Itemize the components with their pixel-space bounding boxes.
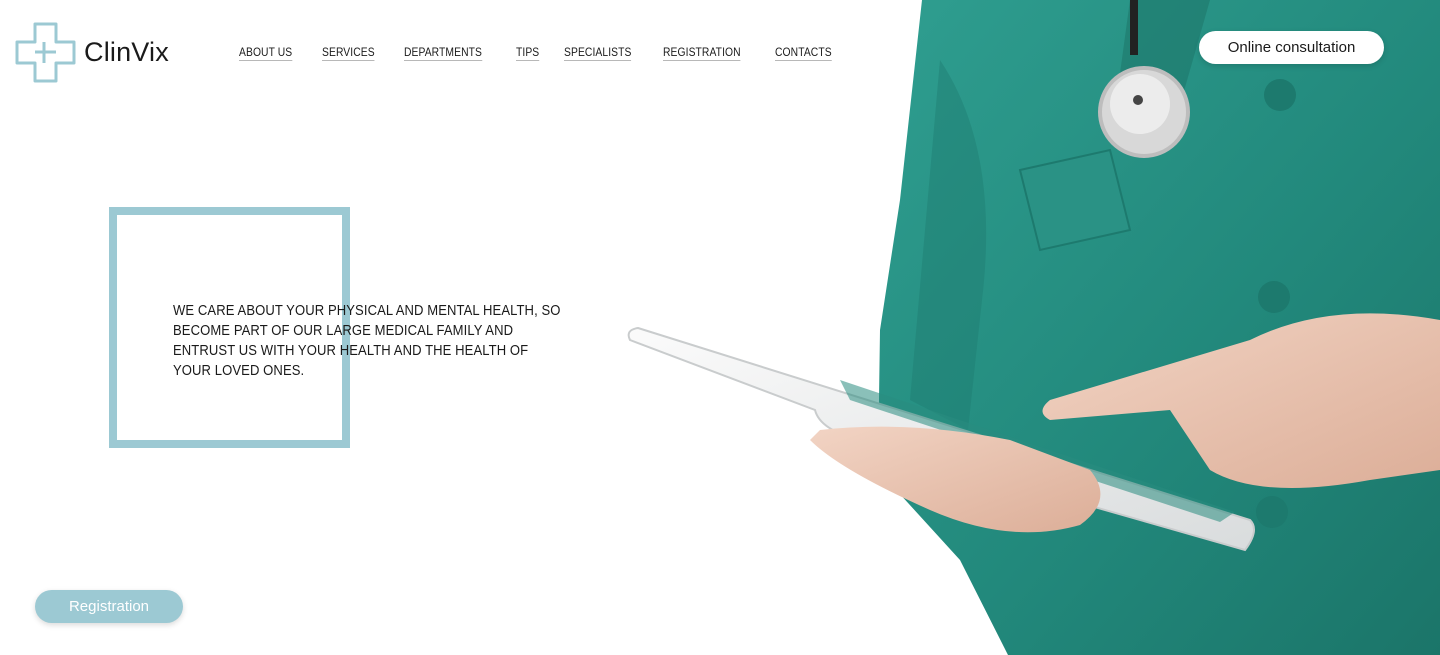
nav-item-tips[interactable]: TIPS — [515, 45, 540, 61]
nav-item-services[interactable]: SERVICES — [321, 45, 375, 61]
nav-item-registration[interactable]: REGISTRATION — [663, 45, 742, 61]
brand-name: ClinVix — [84, 36, 169, 67]
hero-tagline: WE CARE ABOUT YOUR PHYSICAL AND MENTAL H… — [173, 303, 561, 379]
registration-button[interactable]: Registration — [35, 590, 183, 623]
medical-cross-icon — [15, 22, 76, 83]
hero-image-doctor-tablet — [610, 0, 1440, 655]
nav-item-departments[interactable]: DEPARTMENTS — [404, 45, 483, 61]
online-consultation-button[interactable]: Online consultation — [1199, 31, 1384, 64]
nav-item-about-us[interactable]: ABOUT US — [239, 45, 293, 61]
nav-item-specialists[interactable]: SPECIALISTS — [563, 45, 632, 61]
brand-logo[interactable]: ClinVix — [15, 22, 169, 82]
nav-item-contacts[interactable]: CONTACTS — [774, 45, 832, 61]
main-nav: ABOUT US SERVICES DEPARTMENTS TIPS SPECI… — [239, 45, 841, 61]
